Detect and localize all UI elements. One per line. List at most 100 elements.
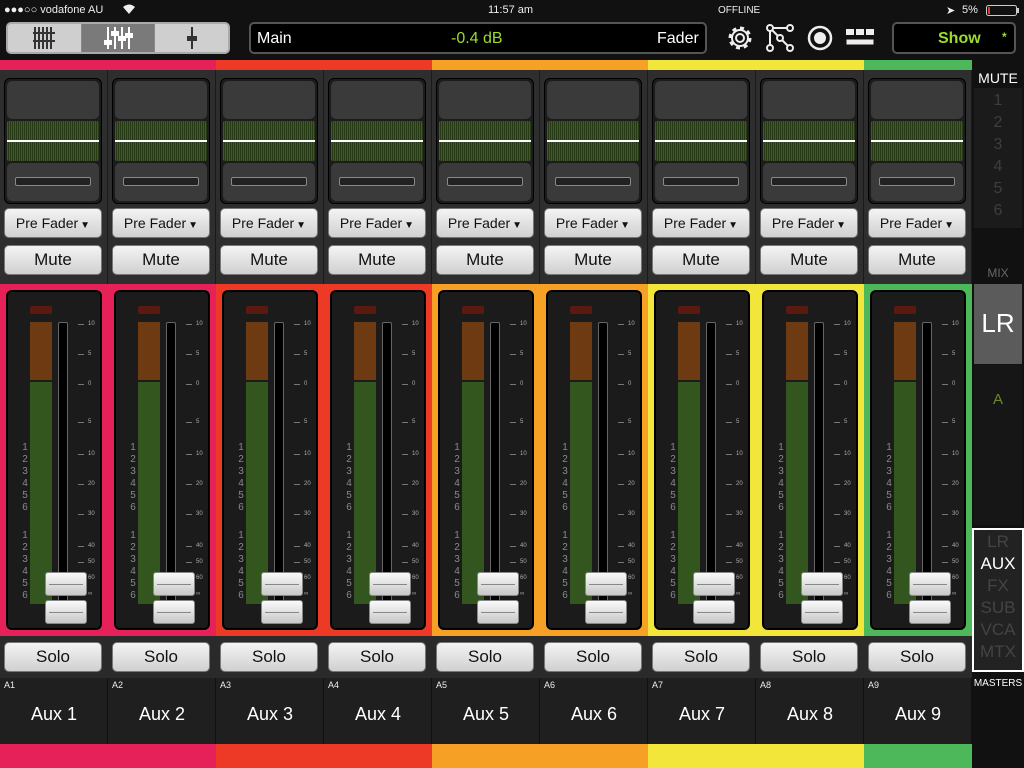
mute-group-3[interactable]: 3	[974, 136, 1022, 154]
fader-track[interactable]	[490, 322, 500, 612]
pan-meter[interactable]	[871, 121, 963, 161]
solo-button[interactable]: Solo	[760, 642, 858, 672]
send-point-dropdown[interactable]: Pre Fader ▼	[112, 208, 210, 238]
channel-name-bar[interactable]: A8 Aux 8	[756, 678, 864, 744]
pan-meter[interactable]	[763, 121, 855, 161]
mute-button[interactable]: Mute	[112, 245, 210, 275]
channel-name-bar[interactable]: A7 Aux 7	[648, 678, 756, 744]
pan-meter[interactable]	[439, 121, 531, 161]
channel-name-bar[interactable]: A9 Aux 9	[864, 678, 972, 744]
mute-group-2[interactable]: 2	[974, 114, 1022, 132]
fader-knob[interactable]	[153, 572, 195, 596]
solo-button[interactable]: Solo	[436, 642, 534, 672]
send-point-dropdown[interactable]: Pre Fader ▼	[4, 208, 102, 238]
fader-track[interactable]	[382, 322, 392, 612]
send-point-dropdown[interactable]: Pre Fader ▼	[328, 208, 426, 238]
mix-view-button[interactable]	[81, 24, 156, 52]
mute-group-6[interactable]: 6	[974, 202, 1022, 220]
channel-name-bar[interactable]: A2 Aux 2	[108, 678, 216, 744]
channel-name-bar[interactable]: A1 Aux 1	[0, 678, 108, 744]
routing-button[interactable]	[764, 22, 796, 54]
strip-display[interactable]	[544, 78, 642, 204]
mute-button[interactable]: Mute	[868, 245, 966, 275]
strip-display[interactable]	[652, 78, 750, 204]
masters-vca[interactable]: VCA	[974, 620, 1022, 640]
fader-knob-lower[interactable]	[693, 600, 735, 624]
solo-button[interactable]: Solo	[652, 642, 750, 672]
solo-button[interactable]: Solo	[328, 642, 426, 672]
fader-knob-lower[interactable]	[585, 600, 627, 624]
mute-button[interactable]: Mute	[760, 245, 858, 275]
send-point-dropdown[interactable]: Pre Fader ▼	[544, 208, 642, 238]
mute-button[interactable]: Mute	[436, 245, 534, 275]
strip-display[interactable]	[868, 78, 966, 204]
mute-group-5[interactable]: 5	[974, 180, 1022, 198]
solo-button[interactable]: Solo	[868, 642, 966, 672]
mix-item-a[interactable]: A	[974, 391, 1022, 408]
pan-meter[interactable]	[547, 121, 639, 161]
show-button[interactable]: Show *	[892, 22, 1016, 54]
strip-display[interactable]	[4, 78, 102, 204]
pan-meter[interactable]	[331, 121, 423, 161]
fader-track[interactable]	[58, 322, 68, 612]
send-point-dropdown[interactable]: Pre Fader ▼	[652, 208, 750, 238]
masters-fx[interactable]: FX	[974, 576, 1022, 596]
fader-track[interactable]	[706, 322, 716, 612]
mute-button[interactable]: Mute	[544, 245, 642, 275]
mute-button[interactable]: Mute	[328, 245, 426, 275]
fader-knob-lower[interactable]	[45, 600, 87, 624]
fader-knob-lower[interactable]	[369, 600, 411, 624]
pan-meter[interactable]	[223, 121, 315, 161]
channel-name-bar[interactable]: A4 Aux 4	[324, 678, 432, 744]
fader-knob[interactable]	[369, 572, 411, 596]
solo-button[interactable]: Solo	[544, 642, 642, 672]
send-point-dropdown[interactable]: Pre Fader ▼	[220, 208, 318, 238]
mix-lr-button[interactable]: LR	[974, 284, 1022, 364]
masters-lr[interactable]: LR	[974, 532, 1022, 552]
fader-knob-lower[interactable]	[477, 600, 519, 624]
send-point-dropdown[interactable]: Pre Fader ▼	[436, 208, 534, 238]
strip-display[interactable]	[328, 78, 426, 204]
strip-display[interactable]	[220, 78, 318, 204]
fader-knob[interactable]	[45, 572, 87, 596]
send-point-dropdown[interactable]: Pre Fader ▼	[868, 208, 966, 238]
mute-group-1[interactable]: 1	[974, 92, 1022, 110]
solo-button[interactable]: Solo	[4, 642, 102, 672]
single-channel-view-button[interactable]	[155, 24, 228, 52]
channel-name-bar[interactable]: A5 Aux 5	[432, 678, 540, 744]
fader-knob[interactable]	[801, 572, 843, 596]
masters-mtx[interactable]: MTX	[974, 642, 1022, 662]
fader-knob-lower[interactable]	[801, 600, 843, 624]
fader-knob[interactable]	[585, 572, 627, 596]
fader-knob[interactable]	[693, 572, 735, 596]
strip-display[interactable]	[760, 78, 858, 204]
mute-button[interactable]: Mute	[652, 245, 750, 275]
solo-button[interactable]: Solo	[112, 642, 210, 672]
pan-meter[interactable]	[115, 121, 207, 161]
send-point-dropdown[interactable]: Pre Fader ▼	[760, 208, 858, 238]
fader-track[interactable]	[814, 322, 824, 612]
pan-meter[interactable]	[655, 121, 747, 161]
fader-knob-lower[interactable]	[153, 600, 195, 624]
fader-knob[interactable]	[477, 572, 519, 596]
mute-group-4[interactable]: 4	[974, 158, 1022, 176]
fader-track[interactable]	[922, 322, 932, 612]
pan-meter[interactable]	[7, 121, 99, 161]
fader-track[interactable]	[274, 322, 284, 612]
fader-track[interactable]	[598, 322, 608, 612]
strip-display[interactable]	[112, 78, 210, 204]
mute-button[interactable]: Mute	[220, 245, 318, 275]
selected-channel-bar[interactable]: Main -0.4 dB Fader	[249, 22, 707, 54]
fader-knob-lower[interactable]	[261, 600, 303, 624]
settings-button[interactable]	[722, 22, 758, 54]
fader-knob-lower[interactable]	[909, 600, 951, 624]
record-button[interactable]	[804, 22, 836, 54]
fader-knob[interactable]	[909, 572, 951, 596]
channel-name-bar[interactable]: A6 Aux 6	[540, 678, 648, 744]
mute-button[interactable]: Mute	[4, 245, 102, 275]
masters-aux[interactable]: AUX	[974, 554, 1022, 574]
masters-sub[interactable]: SUB	[974, 598, 1022, 618]
channel-name-bar[interactable]: A3 Aux 3	[216, 678, 324, 744]
solo-button[interactable]: Solo	[220, 642, 318, 672]
strip-display[interactable]	[436, 78, 534, 204]
